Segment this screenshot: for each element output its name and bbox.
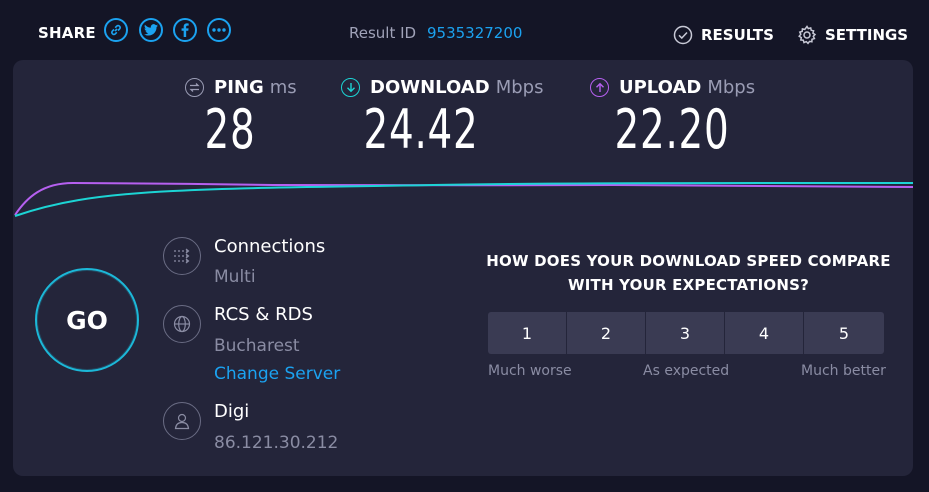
share-more-button[interactable] (207, 18, 231, 42)
change-server-link[interactable]: Change Server (214, 364, 340, 384)
rating-button-1[interactable]: 1 (488, 312, 567, 354)
check-circle-icon (673, 25, 693, 45)
twitter-icon (144, 24, 158, 36)
go-button[interactable]: GO (35, 268, 139, 372)
globe-icon (163, 305, 201, 343)
upload-unit: Mbps (707, 77, 756, 98)
download-value: 24.42 (363, 98, 479, 161)
rating-button-5[interactable]: 5 (804, 312, 884, 354)
upload-metric: UPLOAD Mbps 22.20 (590, 77, 790, 160)
link-icon (111, 24, 121, 36)
connections-value: Multi (214, 267, 256, 287)
server-name: RCS & RDS (214, 304, 313, 325)
upload-header: UPLOAD Mbps (590, 77, 790, 98)
share-link-button[interactable] (104, 18, 128, 42)
result-id-label: Result ID (349, 24, 417, 42)
share-label: SHARE (38, 24, 96, 42)
download-metric: DOWNLOAD Mbps 24.42 (341, 77, 551, 160)
survey-question: HOW DOES YOUR DOWNLOAD SPEED COMPARE WIT… (486, 252, 891, 294)
download-label: DOWNLOAD (370, 77, 490, 98)
ping-label: PING (214, 77, 264, 98)
rating-button-2[interactable]: 2 (567, 312, 646, 354)
rating-button-4[interactable]: 4 (725, 312, 804, 354)
rating-buttons: 1 2 3 4 5 (488, 312, 884, 354)
user-icon (163, 402, 201, 440)
settings-button[interactable]: SETTINGS (797, 25, 908, 45)
connections-icon (163, 237, 201, 275)
gear-icon (798, 25, 817, 45)
download-arrow-icon (341, 78, 360, 97)
ping-value: 28 (204, 98, 256, 161)
share-facebook-button[interactable] (173, 18, 197, 42)
upload-value: 22.20 (614, 98, 730, 161)
more-icon (212, 28, 226, 32)
settings-label: SETTINGS (825, 26, 909, 44)
ping-header: PING ms (185, 77, 305, 98)
ping-icon (185, 78, 204, 97)
upload-speed-line (14, 181, 913, 216)
speed-graph (14, 181, 913, 217)
top-bar: SHARE Result ID 9535327200 RESULTS SETTI… (0, 0, 929, 62)
provider-name: Digi (214, 401, 250, 422)
provider-ip: 86.121.30.212 (214, 433, 339, 453)
share-twitter-button[interactable] (139, 18, 163, 42)
upload-label: UPLOAD (619, 77, 702, 98)
rating-high-label: Much better (801, 363, 886, 379)
results-panel: PING ms 28 DOWNLOAD Mbps 24.42 UPLOAD Mb… (13, 60, 913, 476)
ping-metric: PING ms 28 (185, 77, 305, 160)
results-label: RESULTS (701, 26, 774, 44)
download-unit: Mbps (495, 77, 544, 98)
results-button[interactable]: RESULTS (673, 25, 774, 45)
rating-mid-label: As expected (643, 363, 730, 379)
server-location: Bucharest (214, 336, 300, 356)
result-id-link[interactable]: 9535327200 (427, 24, 522, 42)
download-header: DOWNLOAD Mbps (341, 77, 551, 98)
rating-low-label: Much worse (488, 363, 572, 379)
facebook-icon (181, 23, 189, 37)
connections-title: Connections (214, 236, 326, 257)
ping-unit: ms (269, 77, 297, 98)
download-speed-line (14, 182, 913, 217)
upload-arrow-icon (590, 78, 609, 97)
rating-button-3[interactable]: 3 (646, 312, 725, 354)
